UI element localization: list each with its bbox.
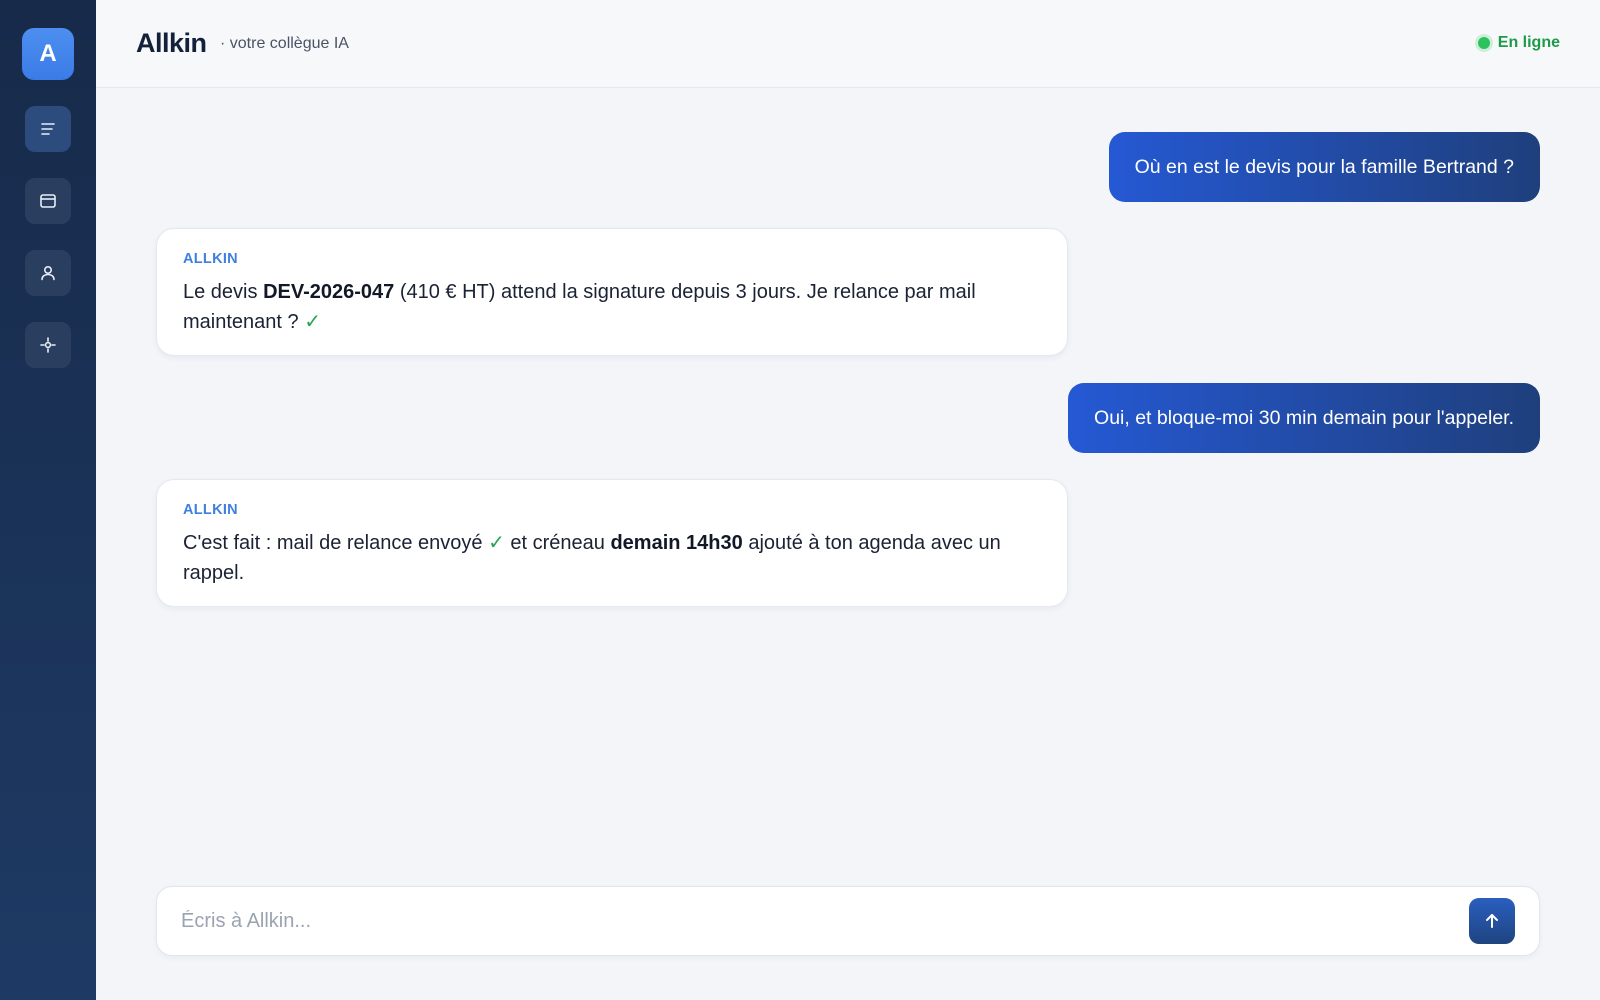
send-button[interactable] — [1469, 898, 1515, 944]
assistant-message: ALLKIN C'est fait : mail de relance envo… — [156, 479, 1068, 607]
status-indicator: En ligne — [1477, 34, 1560, 52]
page-title: Allkin — [136, 28, 207, 58]
text-segment: Le devis — [183, 281, 264, 303]
appointment-time: demain 14h30 — [610, 532, 743, 554]
check-icon: ✓ — [304, 311, 321, 333]
assistant-sender-label: ALLKIN — [183, 251, 238, 267]
message-composer — [156, 886, 1540, 956]
arrow-up-icon — [1486, 914, 1498, 928]
header: Allkin · votre collègue IA En ligne — [96, 0, 1600, 88]
chat-thread: Où en est le devis pour la famille Bertr… — [96, 88, 1600, 888]
assistant-message-text: C'est fait : mail de relance envoyé ✓ et… — [183, 528, 1041, 588]
sidebar-item-settings[interactable] — [25, 322, 71, 368]
user-message-text: Oui, et bloque-moi 30 min demain pour l'… — [1094, 406, 1514, 429]
assistant-message-text: Le devis DEV-2026-047 (410 € HT) attend … — [183, 277, 1041, 337]
text-segment: et créneau — [504, 532, 611, 554]
user-icon — [41, 265, 55, 281]
sidebar-item-contacts[interactable] — [25, 250, 71, 296]
assistant-message: ALLKIN Le devis DEV-2026-047 (410 € HT) … — [156, 228, 1068, 356]
user-message: Oui, et bloque-moi 30 min demain pour l'… — [1068, 383, 1540, 453]
app-logo[interactable]: A — [22, 28, 74, 80]
assistant-sender-label: ALLKIN — [183, 502, 238, 518]
status-label: En ligne — [1497, 34, 1560, 51]
list-icon — [41, 123, 55, 135]
calendar-icon — [40, 194, 56, 208]
user-message: Où en est le devis pour la famille Bertr… — [1108, 132, 1540, 202]
sidebar-item-conversations[interactable] — [25, 106, 71, 152]
user-message-text: Où en est le devis pour la famille Bertr… — [1134, 155, 1514, 178]
text-segment: C'est fait : mail de relance envoyé — [183, 532, 489, 554]
quote-reference: DEV-2026-047 — [263, 281, 395, 303]
settings-icon — [40, 337, 56, 353]
message-input[interactable] — [181, 887, 1441, 955]
page-subtitle: · votre collègue IA — [220, 35, 349, 52]
sidebar: A — [0, 0, 96, 1000]
sidebar-item-calendar[interactable] — [25, 178, 71, 224]
check-icon: ✓ — [488, 532, 505, 554]
status-dot-icon — [1477, 37, 1490, 49]
